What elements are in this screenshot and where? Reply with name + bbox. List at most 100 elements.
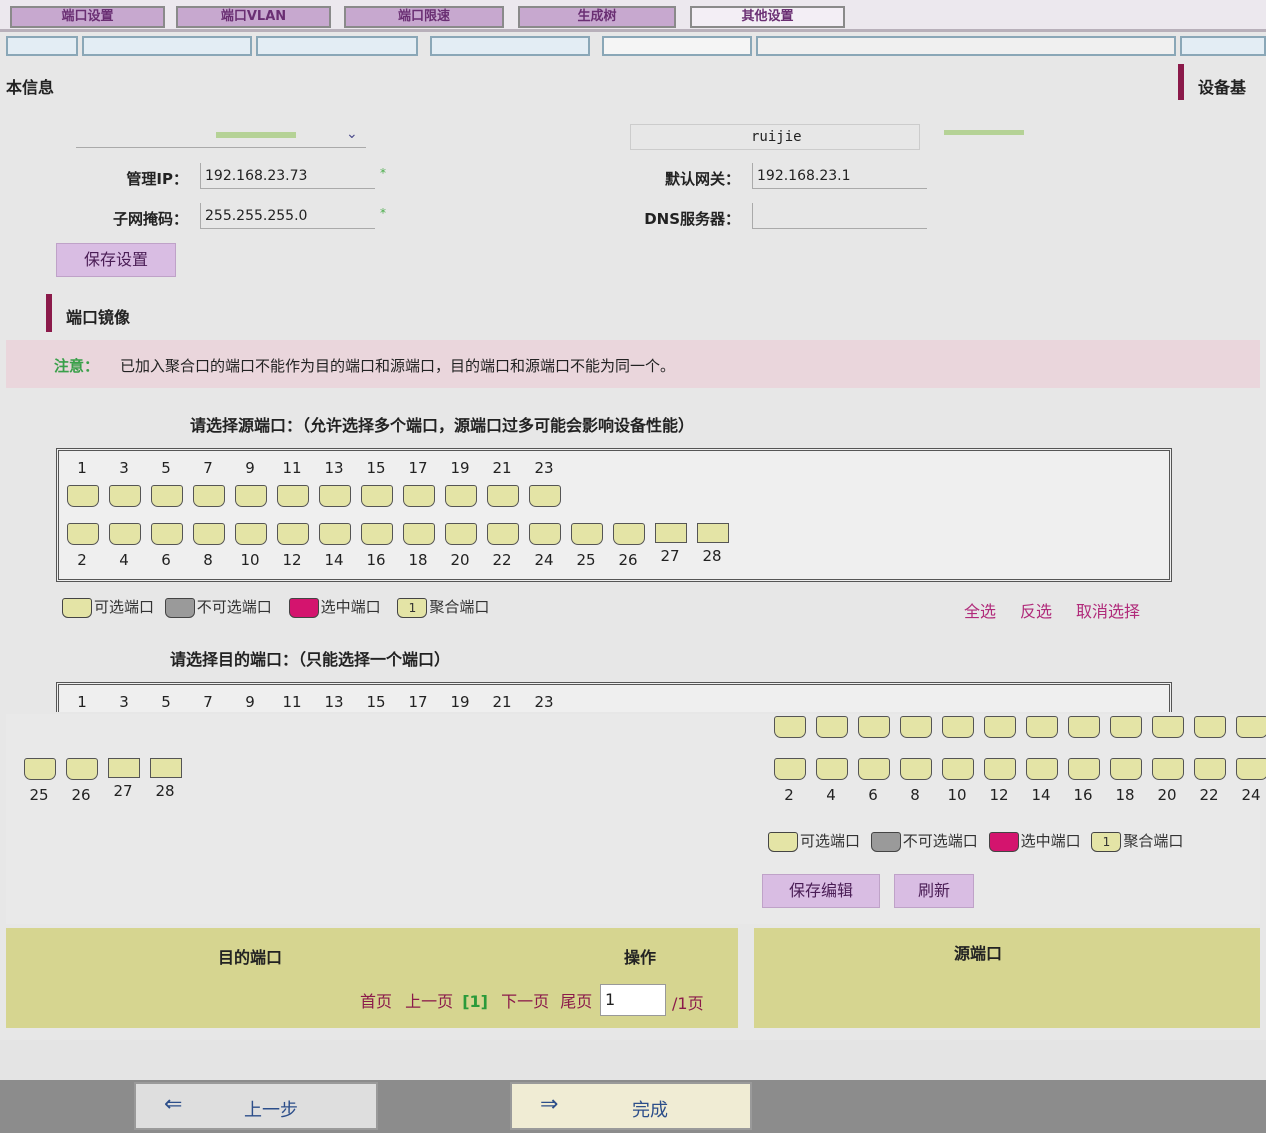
mgmt-ip-field[interactable]: 192.168.23.73	[200, 163, 375, 189]
tab-stp[interactable]: 生成树	[518, 6, 676, 28]
port-odd-5[interactable]	[942, 716, 974, 738]
port-10[interactable]	[942, 758, 974, 780]
notice-label: 注意：	[54, 357, 100, 375]
section-marker	[46, 294, 52, 332]
port-odd-3[interactable]	[858, 716, 890, 738]
port-odd-2[interactable]	[816, 716, 848, 738]
tab-port-settings[interactable]: 端口设置	[10, 6, 165, 28]
legend-selected: 选中端口	[1020, 832, 1081, 850]
dest-port-area: 25 26 27 28 2 4 6 8 10 12 14 16 18 20 22 24	[6, 714, 1266, 924]
port-11[interactable]	[277, 485, 309, 507]
legend-selected: 选中端口	[320, 598, 381, 616]
port-6[interactable]	[151, 523, 183, 545]
port-2[interactable]	[774, 758, 806, 780]
port-24[interactable]	[529, 523, 561, 545]
dns-field[interactable]	[752, 203, 927, 229]
port-24[interactable]	[1236, 758, 1266, 780]
tab-port-vlan[interactable]: 端口VLAN	[176, 6, 331, 28]
port-26[interactable]	[66, 758, 98, 780]
refresh-button[interactable]: 刷新	[894, 874, 974, 908]
port-4[interactable]	[109, 523, 141, 545]
port-odd-11[interactable]	[1194, 716, 1226, 738]
port-odd-7[interactable]	[1026, 716, 1058, 738]
port-18[interactable]	[403, 523, 435, 545]
port-18[interactable]	[1110, 758, 1142, 780]
select-all-link[interactable]: 全选	[964, 598, 996, 622]
port-27[interactable]	[655, 523, 687, 543]
prev-page-link[interactable]: 上一页	[405, 992, 453, 1011]
port-number: 12	[282, 551, 302, 569]
port-20[interactable]	[1152, 758, 1184, 780]
port-number: 18	[1115, 786, 1135, 804]
dns-label: DNS服务器：	[644, 210, 740, 228]
port-odd-10[interactable]	[1152, 716, 1184, 738]
total-pages: /1页	[672, 994, 704, 1013]
port-odd-12[interactable]	[1236, 716, 1266, 738]
port-1[interactable]	[67, 485, 99, 507]
port-12[interactable]	[277, 523, 309, 545]
port-22[interactable]	[1194, 758, 1226, 780]
port-28[interactable]	[697, 523, 729, 543]
last-page-link[interactable]: 尾页	[560, 992, 592, 1011]
port-5[interactable]	[151, 485, 183, 507]
port-6[interactable]	[858, 758, 890, 780]
hostname-field[interactable]: ruijie	[630, 124, 920, 150]
port-8[interactable]	[193, 523, 225, 545]
port-7[interactable]	[193, 485, 225, 507]
page-input[interactable]: 1	[600, 984, 666, 1016]
mask-field[interactable]: 255.255.255.0	[200, 203, 375, 229]
port-21[interactable]	[487, 485, 519, 507]
first-page-link[interactable]: 首页	[360, 992, 392, 1011]
port-25[interactable]	[24, 758, 56, 780]
finish-button[interactable]: ⇒ 完成	[510, 1082, 752, 1130]
port-odd-4[interactable]	[900, 716, 932, 738]
next-page-link[interactable]: 下一页	[501, 992, 549, 1011]
port-odd-8[interactable]	[1068, 716, 1100, 738]
prev-step-button[interactable]: ⇐ 上一步	[134, 1082, 378, 1130]
port-number: 25	[29, 786, 49, 804]
tab-other-settings[interactable]: 其他设置	[690, 6, 845, 28]
tab-port-rate[interactable]: 端口限速	[344, 6, 504, 28]
section-marker	[1178, 64, 1184, 100]
port-number: 15	[366, 693, 386, 711]
port-number: 16	[366, 551, 386, 569]
port-14[interactable]	[1026, 758, 1058, 780]
port-10[interactable]	[235, 523, 267, 545]
gateway-field[interactable]: 192.168.23.1	[752, 163, 927, 189]
invert-select-link[interactable]: 反选	[1020, 598, 1052, 622]
port-22[interactable]	[487, 523, 519, 545]
port-26[interactable]	[613, 523, 645, 545]
port-19[interactable]	[445, 485, 477, 507]
port-25[interactable]	[571, 523, 603, 545]
port-12[interactable]	[984, 758, 1016, 780]
required-mark: *	[380, 166, 386, 180]
port-20[interactable]	[445, 523, 477, 545]
port-odd-9[interactable]	[1110, 716, 1142, 738]
sub-tab-bar	[0, 34, 1266, 58]
port-13[interactable]	[319, 485, 351, 507]
port-4[interactable]	[816, 758, 848, 780]
port-23[interactable]	[529, 485, 561, 507]
port-9[interactable]	[235, 485, 267, 507]
port-28[interactable]	[150, 758, 182, 778]
port-17[interactable]	[403, 485, 435, 507]
port-odd-6[interactable]	[984, 716, 1016, 738]
port-number: 13	[324, 693, 344, 711]
notice-text: 已加入聚合口的端口不能作为目的端口和源端口，目的端口和源端口不能为同一个。	[120, 357, 676, 375]
cancel-select-link[interactable]: 取消选择	[1076, 598, 1140, 622]
port-14[interactable]	[319, 523, 351, 545]
device-model-select[interactable]: ⌄	[76, 124, 366, 148]
port-27[interactable]	[108, 758, 140, 778]
port-15[interactable]	[361, 485, 393, 507]
port-16[interactable]	[361, 523, 393, 545]
port-16[interactable]	[1068, 758, 1100, 780]
port-number: 15	[366, 459, 386, 477]
port-odd-1[interactable]	[774, 716, 806, 738]
port-2[interactable]	[67, 523, 99, 545]
save-settings-button[interactable]: 保存设置	[56, 243, 176, 277]
port-number: 7	[203, 693, 213, 711]
port-8[interactable]	[900, 758, 932, 780]
mask-label: 子网掩码：	[112, 210, 188, 228]
save-edit-button[interactable]: 保存编辑	[762, 874, 880, 908]
port-3[interactable]	[109, 485, 141, 507]
